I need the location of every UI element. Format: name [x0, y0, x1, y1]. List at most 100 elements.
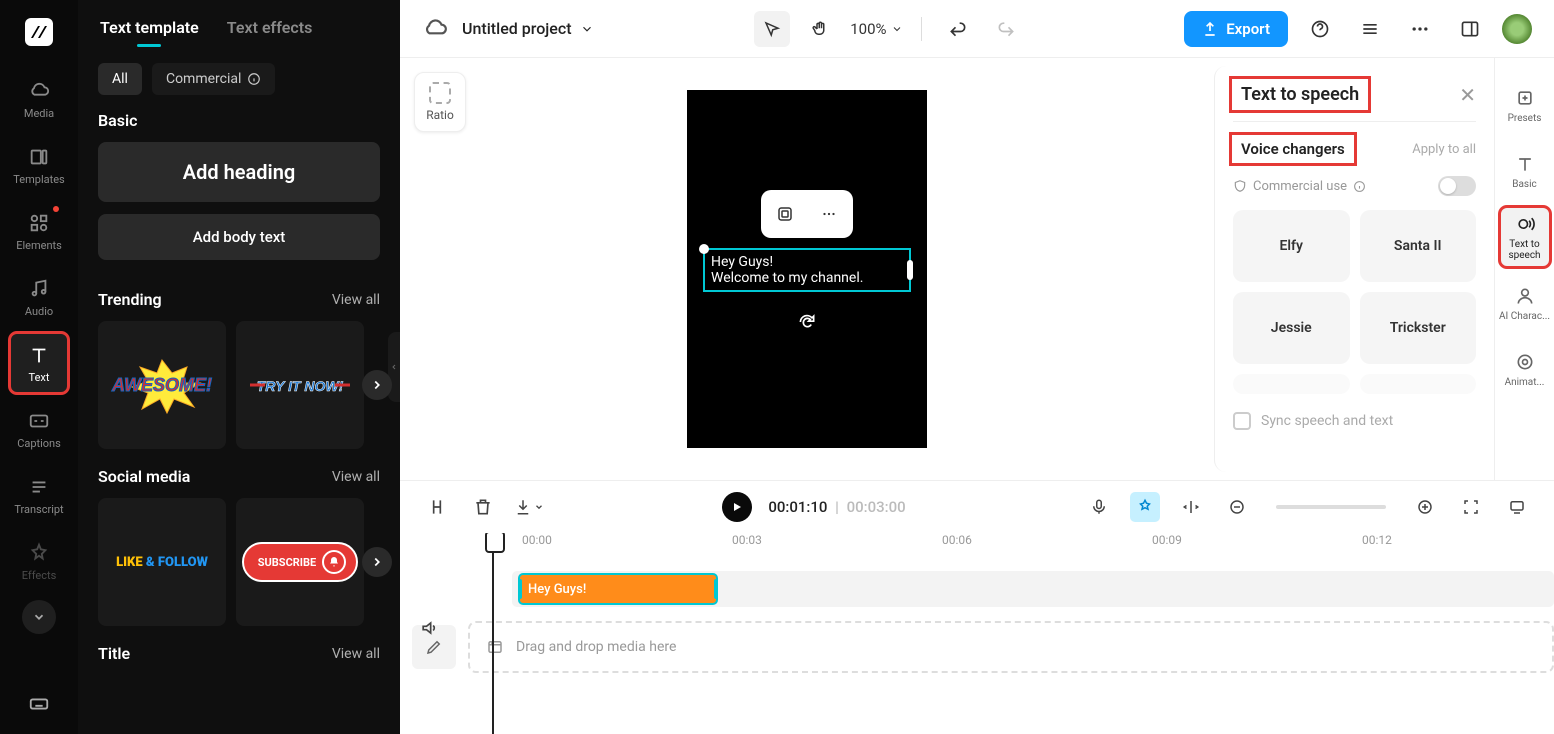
export-button[interactable]: Export [1184, 11, 1288, 47]
cloud-icon [27, 79, 51, 103]
cloud-sync-icon[interactable] [422, 16, 448, 42]
clip-handle[interactable] [518, 579, 522, 599]
tts-panel-title: Text to speech [1233, 80, 1367, 109]
text-edit-button[interactable] [765, 194, 805, 234]
clip-label: Hey Guys! [528, 582, 586, 597]
delete-button[interactable] [468, 492, 498, 522]
trending-next-button[interactable] [362, 370, 392, 400]
time-total: 00:03:00 [847, 498, 906, 516]
social-view-all[interactable]: View all [332, 469, 380, 485]
user-avatar[interactable] [1502, 14, 1532, 44]
nav-effects[interactable]: Effects [9, 530, 69, 592]
download-button[interactable] [514, 492, 544, 522]
help-button[interactable] [1302, 11, 1338, 47]
sync-checkbox[interactable] [1233, 412, 1251, 430]
rnav-text-to-speech[interactable]: Text to speech [1499, 206, 1551, 268]
filter-commercial[interactable]: Commercial [152, 63, 275, 95]
rnav-presets[interactable]: Presets [1499, 74, 1551, 136]
video-preview[interactable]: Hey Guys! Welcome to my channel. [687, 90, 927, 448]
panel-toggle-button[interactable] [1452, 11, 1488, 47]
social-next-button[interactable] [362, 547, 392, 577]
canvas-text-box[interactable]: Hey Guys! Welcome to my channel. [703, 248, 911, 292]
ratio-button[interactable]: Ratio [414, 72, 466, 132]
playhead[interactable] [492, 533, 494, 734]
template-awesome[interactable]: AWESOME! [98, 321, 226, 449]
add-heading-button[interactable]: Add heading [98, 142, 380, 202]
main-area: Untitled project 100% Export [400, 0, 1554, 734]
trending-view-all[interactable]: View all [332, 292, 380, 308]
mute-track-button[interactable] [414, 613, 444, 643]
split-mode-button[interactable] [1176, 492, 1206, 522]
voice-jessie[interactable]: Jessie [1233, 292, 1350, 364]
ratio-icon [429, 82, 451, 104]
voice-elfy[interactable]: Elfy [1233, 210, 1350, 282]
rnav-ai-character[interactable]: AI Charac... [1499, 272, 1551, 334]
text-track[interactable]: Hey Guys! [512, 571, 1554, 607]
hand-tool[interactable] [802, 11, 838, 47]
panel-scroll[interactable]: Basic Add heading Add body text Trending… [78, 111, 400, 734]
resize-handle[interactable] [907, 260, 913, 280]
canvas-stage[interactable]: Hey Guys! Welcome to my channel. [400, 58, 1214, 480]
apply-to-all-button[interactable]: Apply to all [1412, 142, 1476, 157]
fit-button[interactable] [1456, 492, 1486, 522]
undo-button[interactable] [940, 11, 976, 47]
voice-santa-ii[interactable]: Santa II [1360, 210, 1477, 282]
zoom-slider[interactable] [1276, 505, 1386, 509]
ruler-mark: 00:12 [1362, 533, 1392, 547]
tts-panel: Text to speech ✕ Voice changers Apply to… [1214, 66, 1494, 472]
title-view-all[interactable]: View all [332, 646, 380, 662]
layers-button[interactable] [1352, 11, 1388, 47]
nav-audio[interactable]: Audio [9, 266, 69, 328]
voice-more[interactable] [1360, 374, 1477, 394]
add-body-text-button[interactable]: Add body text [98, 214, 380, 260]
text-icon [1514, 153, 1536, 175]
voice-trickster[interactable]: Trickster [1360, 292, 1477, 364]
text-more-button[interactable] [809, 194, 849, 234]
template-like-follow[interactable]: LIKE & FOLLOW [98, 498, 226, 626]
shield-icon [1233, 179, 1247, 193]
select-tool[interactable] [754, 11, 790, 47]
close-button[interactable]: ✕ [1459, 83, 1476, 107]
tab-text-template[interactable]: Text template [100, 18, 199, 47]
media-drop-zone[interactable]: Drag and drop media here [468, 621, 1554, 673]
more-button[interactable] [1402, 11, 1438, 47]
timeline-ruler[interactable]: 00:00 00:03 00:06 00:09 00:12 [512, 533, 1554, 563]
redo-button[interactable] [988, 11, 1024, 47]
rnav-basic[interactable]: Basic [1499, 140, 1551, 202]
mic-button[interactable] [1084, 492, 1114, 522]
clip-handle[interactable] [714, 579, 718, 599]
template-try-it-now[interactable]: TRY IT NOW! [236, 321, 364, 449]
nav-media[interactable]: Media [9, 68, 69, 130]
play-button[interactable] [722, 492, 752, 522]
ruler-mark: 00:09 [1152, 533, 1182, 547]
zoom-level[interactable]: 100% [850, 20, 902, 38]
resize-handle[interactable] [699, 244, 709, 254]
commercial-toggle[interactable] [1438, 176, 1476, 196]
text-clip[interactable]: Hey Guys! [518, 573, 718, 605]
split-button[interactable] [422, 492, 452, 522]
nav-templates[interactable]: Templates [9, 134, 69, 196]
tab-text-effects[interactable]: Text effects [227, 18, 313, 47]
nav-expand-button[interactable] [22, 600, 56, 634]
voice-more[interactable] [1233, 374, 1350, 394]
nav-text[interactable]: Text [9, 332, 69, 394]
nav-captions[interactable]: Captions [9, 398, 69, 460]
timeline-body[interactable]: 00:00 00:03 00:06 00:09 00:12 Hey Guys! [400, 533, 1554, 734]
rnav-animation[interactable]: Animat... [1499, 338, 1551, 400]
nav-label: Text [29, 371, 50, 384]
nav-transcript[interactable]: Transcript [9, 464, 69, 526]
nav-elements[interactable]: Elements [9, 200, 69, 262]
zoom-out-button[interactable] [1222, 492, 1252, 522]
filter-all[interactable]: All [98, 63, 142, 95]
keyboard-shortcuts-button[interactable] [23, 688, 55, 720]
svg-text:AWESOME!: AWESOME! [111, 375, 212, 395]
preview-button[interactable] [1502, 492, 1532, 522]
project-title[interactable]: Untitled project [462, 19, 594, 38]
template-subscribe[interactable]: SUBSCRIBE [236, 498, 364, 626]
app-logo[interactable] [23, 16, 55, 48]
templates-icon [27, 145, 51, 169]
auto-captions-button[interactable] [1130, 492, 1160, 522]
refresh-button[interactable] [793, 308, 821, 336]
text-icon [27, 343, 51, 367]
zoom-in-button[interactable] [1410, 492, 1440, 522]
